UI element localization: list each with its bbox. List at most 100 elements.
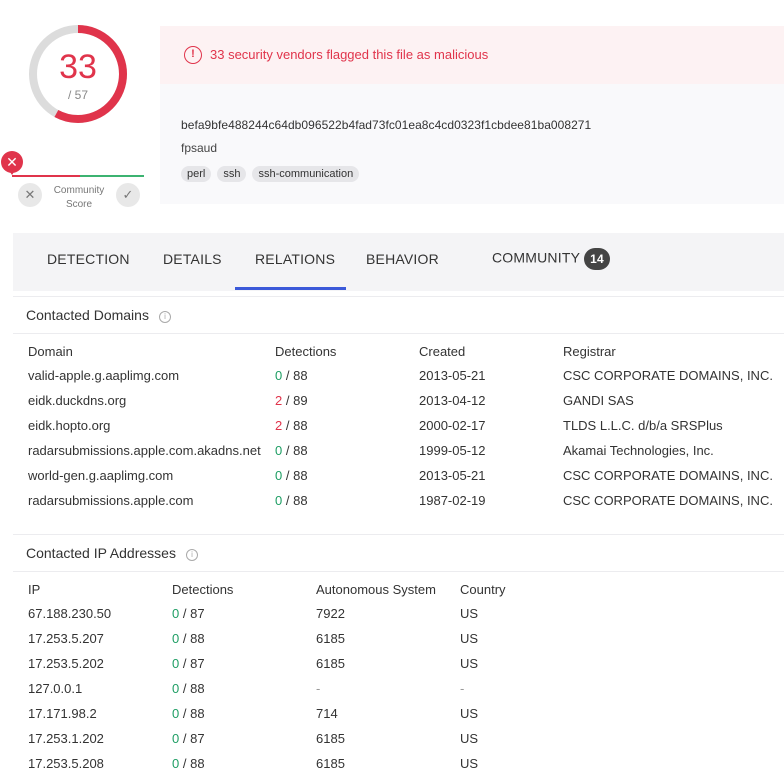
ip-link[interactable]: 17.253.5.207 xyxy=(28,631,104,646)
autonomous-system: 6185 xyxy=(316,756,345,771)
column-header-ip[interactable]: IP xyxy=(28,582,40,597)
detections-cell: 0 / 87 xyxy=(172,656,205,671)
ip-link[interactable]: 67.188.230.50 xyxy=(28,606,111,621)
created-date: 1987-02-19 xyxy=(419,493,486,508)
file-name: fpsaud xyxy=(181,141,218,155)
community-score-bar-positive xyxy=(80,175,144,177)
ip-link[interactable]: 17.253.1.202 xyxy=(28,731,104,746)
alert-icon: ! xyxy=(184,46,202,64)
country: US xyxy=(460,756,479,771)
detections-total: / 88 xyxy=(285,418,308,433)
country: US xyxy=(460,606,479,621)
autonomous-system: - xyxy=(316,681,321,696)
country: US xyxy=(460,631,479,646)
file-info-panel: ! 33 security vendors flagged this file … xyxy=(160,26,784,204)
tab-bar: DETECTION DETAILS RELATIONS BEHAVIOR COM… xyxy=(13,233,784,291)
detections-total: / 88 xyxy=(285,493,308,508)
domain-link[interactable]: radarsubmissions.apple.com xyxy=(28,493,193,508)
created-date: 2000-02-17 xyxy=(419,418,486,433)
created-date: 2013-05-21 xyxy=(419,468,486,483)
tab-detection[interactable]: DETECTION xyxy=(47,251,130,267)
column-header-detections[interactable]: Detections xyxy=(172,582,233,597)
info-icon[interactable]: i xyxy=(158,311,171,323)
created-date: 2013-04-12 xyxy=(419,393,486,408)
registrar-name: CSC CORPORATE DOMAINS, INC. xyxy=(563,468,773,483)
autonomous-system: 6185 xyxy=(316,631,345,646)
tab-details[interactable]: DETAILS xyxy=(163,251,222,267)
registrar-name: CSC CORPORATE DOMAINS, INC. xyxy=(563,493,773,508)
community-score-marker-icon: ✕ xyxy=(1,151,23,175)
domain-link[interactable]: eidk.duckdns.org xyxy=(28,393,126,408)
score-positives: 33 xyxy=(59,48,97,86)
autonomous-system: 6185 xyxy=(316,731,345,746)
detections-total: / 87 xyxy=(182,656,205,671)
malicious-alert: ! 33 security vendors flagged this file … xyxy=(160,26,784,84)
detections-cell: 0 / 88 xyxy=(172,681,205,696)
vote-harmless-button[interactable]: ✓ xyxy=(116,183,140,207)
ip-link[interactable]: 17.253.5.208 xyxy=(28,756,104,771)
autonomous-system: 6185 xyxy=(316,656,345,671)
alert-text: 33 security vendors flagged this file as… xyxy=(210,47,489,62)
column-header-autonomous-system[interactable]: Autonomous System xyxy=(316,582,436,597)
tag-ssh-communication[interactable]: ssh-communication xyxy=(252,166,360,182)
file-hash: befa9bfe488244c64db096522b4fad73fc01ea8c… xyxy=(181,118,592,132)
detections-total: / 89 xyxy=(285,393,308,408)
tag-ssh[interactable]: ssh xyxy=(217,166,247,182)
column-header-registrar[interactable]: Registrar xyxy=(563,344,616,359)
ip-link[interactable]: 127.0.0.1 xyxy=(28,681,82,696)
section-divider xyxy=(13,296,784,297)
detections-cell: 0 / 88 xyxy=(275,493,308,508)
tag-perl[interactable]: perl xyxy=(181,166,212,182)
community-count-badge: 14 xyxy=(584,248,610,270)
tab-behavior[interactable]: BEHAVIOR xyxy=(366,251,439,267)
autonomous-system: 7922 xyxy=(316,606,345,621)
detections-cell: 0 / 88 xyxy=(172,756,205,771)
tab-community-label: COMMUNITY xyxy=(492,249,581,266)
section-divider xyxy=(13,534,784,535)
domain-link[interactable]: valid-apple.g.aaplimg.com xyxy=(28,368,179,383)
detections-cell: 0 / 88 xyxy=(275,468,308,483)
detections-total: / 88 xyxy=(285,443,308,458)
registrar-name: GANDI SAS xyxy=(563,393,634,408)
vote-malicious-button[interactable]: ✕ xyxy=(18,183,42,207)
file-tags: perl ssh ssh-communication xyxy=(181,166,360,182)
detections-total: / 88 xyxy=(285,468,308,483)
country: US xyxy=(460,706,479,721)
created-date: 1999-05-12 xyxy=(419,443,486,458)
community-score-label: Community Score xyxy=(53,185,105,210)
column-header-detections[interactable]: Detections xyxy=(275,344,336,359)
active-tab-indicator xyxy=(235,287,346,290)
detections-total: / 88 xyxy=(285,368,308,383)
section-divider xyxy=(13,571,784,572)
contacted-domains-title: Contacted Domains i xyxy=(26,307,171,323)
detections-total: / 88 xyxy=(182,681,205,696)
detections-cell: 2 / 89 xyxy=(275,393,308,408)
detections-cell: 0 / 87 xyxy=(172,606,205,621)
column-header-country[interactable]: Country xyxy=(460,582,506,597)
domain-link[interactable]: world-gen.g.aaplimg.com xyxy=(28,468,173,483)
ip-link[interactable]: 17.171.98.2 xyxy=(28,706,97,721)
detections-total: / 88 xyxy=(182,756,205,771)
info-icon[interactable]: i xyxy=(185,549,198,561)
ip-link[interactable]: 17.253.5.202 xyxy=(28,656,104,671)
column-header-created[interactable]: Created xyxy=(419,344,465,359)
detections-cell: 0 / 88 xyxy=(275,368,308,383)
country: US xyxy=(460,731,479,746)
detections-cell: 2 / 88 xyxy=(275,418,308,433)
tab-community[interactable]: COMMUNITY 14 xyxy=(492,248,610,270)
detections-cell: 0 / 87 xyxy=(172,731,205,746)
detections-cell: 0 / 88 xyxy=(275,443,308,458)
registrar-name: Akamai Technologies, Inc. xyxy=(563,443,714,458)
autonomous-system: 714 xyxy=(316,706,338,721)
community-score-bar-negative xyxy=(12,175,80,177)
country: - xyxy=(460,681,465,696)
detections-cell: 0 / 88 xyxy=(172,706,205,721)
detections-total: / 87 xyxy=(182,731,205,746)
created-date: 2013-05-21 xyxy=(419,368,486,383)
tab-relations[interactable]: RELATIONS xyxy=(255,251,335,267)
domain-link[interactable]: radarsubmissions.apple.com.akadns.net xyxy=(28,443,261,458)
detections-total: / 87 xyxy=(182,606,205,621)
column-header-domain[interactable]: Domain xyxy=(28,344,73,359)
detections-cell: 0 / 88 xyxy=(172,631,205,646)
domain-link[interactable]: eidk.hopto.org xyxy=(28,418,110,433)
